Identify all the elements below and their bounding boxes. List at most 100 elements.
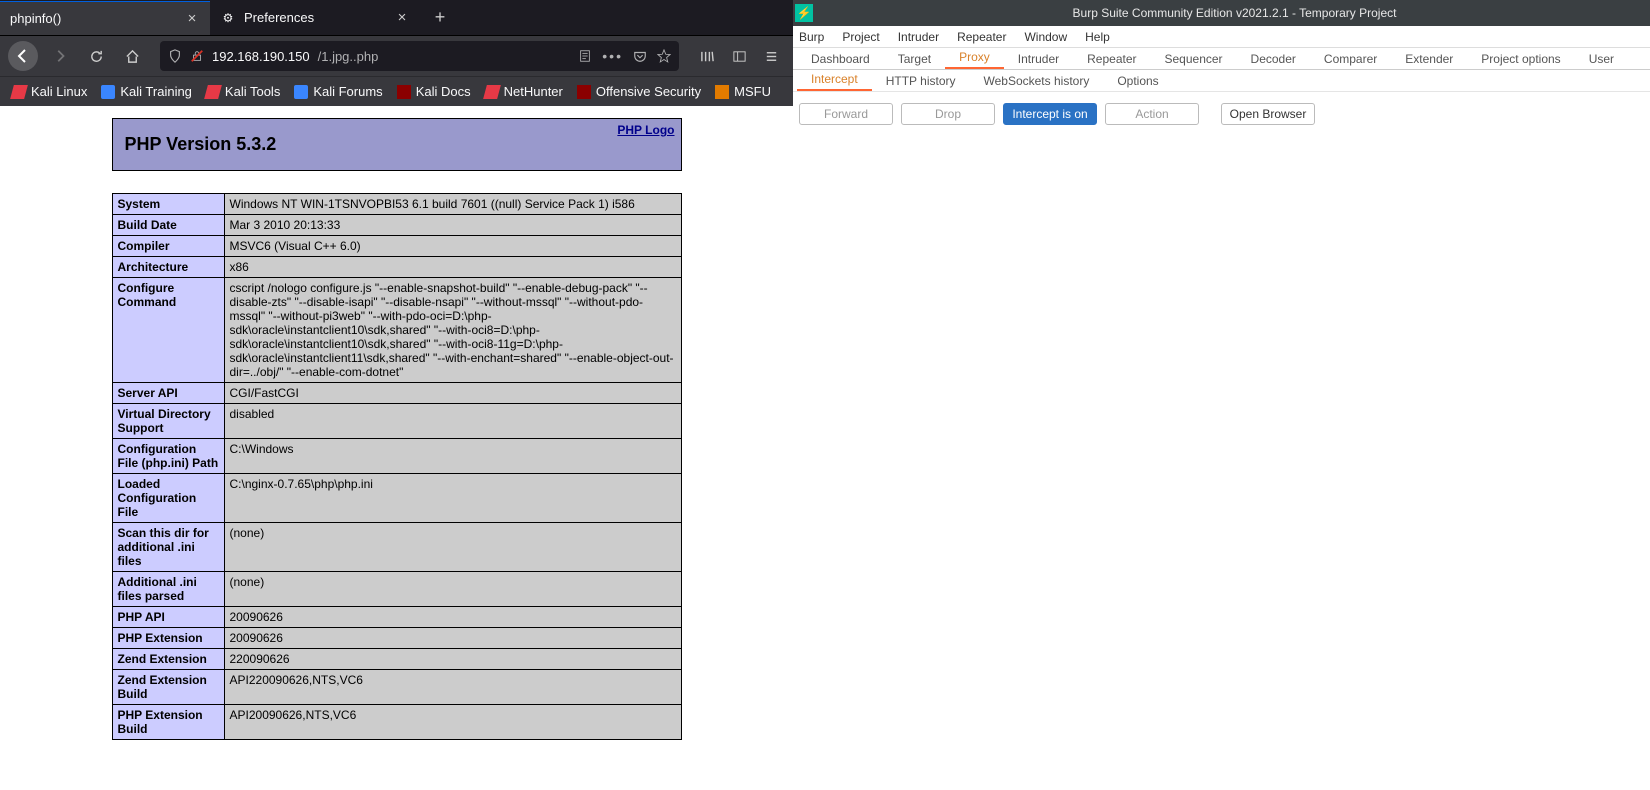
table-row: PHP API20090626: [112, 607, 681, 628]
bookmark-label: Kali Tools: [225, 84, 280, 99]
main-tab[interactable]: Repeater: [1073, 49, 1150, 69]
bookmark-item[interactable]: Kali Tools: [200, 80, 286, 103]
action-button[interactable]: Action: [1105, 103, 1199, 125]
insecure-icon[interactable]: [190, 49, 204, 63]
info-value: (none): [224, 523, 681, 572]
bookmark-item[interactable]: Kali Linux: [6, 80, 93, 103]
main-tab[interactable]: Intruder: [1004, 49, 1073, 69]
info-key: Architecture: [112, 257, 224, 278]
php-version-title: PHP Version 5.3.2: [125, 134, 277, 155]
main-tab[interactable]: Decoder: [1237, 49, 1310, 69]
info-key: Loaded Configuration File: [112, 474, 224, 523]
menu-item[interactable]: Window: [1024, 30, 1067, 44]
php-logo-link[interactable]: PHP Logo: [617, 123, 674, 137]
bookmark-label: MSFU: [734, 84, 771, 99]
url-bar[interactable]: 192.168.190.150/1.jpg..php •••: [160, 41, 679, 71]
info-key: Compiler: [112, 236, 224, 257]
main-tab[interactable]: Project options: [1467, 49, 1574, 69]
open-browser-button[interactable]: Open Browser: [1221, 103, 1315, 125]
main-tab[interactable]: Comparer: [1310, 49, 1391, 69]
info-value: 20090626: [224, 628, 681, 649]
table-row: Zend Extension BuildAPI220090626,NTS,VC6: [112, 670, 681, 705]
bookmark-bar: Kali LinuxKali Training Kali Tools Kali Fo…: [0, 76, 793, 106]
more-icon[interactable]: •••: [602, 48, 623, 64]
main-tab[interactable]: Target: [884, 49, 945, 69]
info-value: C:\Windows: [224, 439, 681, 474]
library-button[interactable]: [693, 42, 721, 70]
bookmark-icon: [101, 85, 115, 99]
tab-strip: phpinfo() × ⚙ Preferences × +: [0, 0, 793, 36]
shield-icon[interactable]: [168, 49, 182, 63]
table-row: Build DateMar 3 2010 20:13:33: [112, 215, 681, 236]
back-button[interactable]: [8, 41, 38, 71]
close-icon[interactable]: ×: [184, 10, 200, 26]
bookmark-icon: [397, 85, 411, 99]
burp-title: Burp Suite Community Edition v2021.2.1 -…: [819, 6, 1650, 20]
bookmark-item[interactable]: NetHunter: [479, 80, 569, 103]
bookmark-item[interactable]: Kali Forums: [288, 80, 388, 103]
menu-item[interactable]: Project: [842, 30, 879, 44]
bookmark-label: Kali Forums: [313, 84, 382, 99]
forward-button[interactable]: [46, 42, 74, 70]
info-key: Zend Extension: [112, 649, 224, 670]
tab-preferences[interactable]: ⚙ Preferences ×: [210, 1, 420, 35]
burp-logo-icon: ⚡: [795, 4, 813, 22]
sub-tab[interactable]: Intercept: [797, 69, 872, 91]
burp-menubar: Burp Project Intruder Repeater Window Help: [793, 26, 1650, 48]
main-tab[interactable]: Dashboard: [797, 49, 884, 69]
bookmark-item[interactable]: MSFU: [709, 80, 777, 103]
info-key: PHP Extension: [112, 628, 224, 649]
sidebar-button[interactable]: [725, 42, 753, 70]
info-key: Server API: [112, 383, 224, 404]
bookmark-label: Kali Docs: [416, 84, 471, 99]
table-row: PHP Extension20090626: [112, 628, 681, 649]
intercept-toolbar: Forward Drop Intercept is on Action Open…: [793, 92, 1650, 136]
main-tab[interactable]: Sequencer: [1151, 49, 1237, 69]
menu-item[interactable]: Burp: [799, 30, 824, 44]
info-key: PHP Extension Build: [112, 705, 224, 740]
burp-titlebar: ⚡ Burp Suite Community Edition v2021.2.1…: [793, 0, 1650, 26]
reload-button[interactable]: [82, 42, 110, 70]
info-key: Configuration File (php.ini) Path: [112, 439, 224, 474]
close-icon[interactable]: ×: [394, 10, 410, 26]
info-key: Additional .ini files parsed: [112, 572, 224, 607]
menu-item[interactable]: Intruder: [898, 30, 939, 44]
reader-icon[interactable]: [578, 49, 592, 63]
php-banner: PHP Version 5.3.2 PHP Logo: [112, 118, 682, 171]
forward-button[interactable]: Forward: [799, 103, 893, 125]
main-tab[interactable]: Proxy: [945, 47, 1004, 69]
bookmark-item[interactable]: Kali Docs: [391, 80, 477, 103]
main-tab[interactable]: Extender: [1391, 49, 1467, 69]
bookmark-icon: [10, 85, 28, 99]
info-value: (none): [224, 572, 681, 607]
sub-tab[interactable]: WebSockets history: [970, 71, 1104, 91]
table-row: SystemWindows NT WIN-1TSNVOPBI53 6.1 bui…: [112, 194, 681, 215]
bookmark-icon: [204, 85, 222, 99]
menu-button[interactable]: [757, 42, 785, 70]
intercept-toggle-button[interactable]: Intercept is on: [1003, 103, 1097, 125]
burp-sub-tabs: InterceptHTTP historyWebSockets historyO…: [793, 70, 1650, 92]
menu-item[interactable]: Repeater: [957, 30, 1006, 44]
pocket-icon[interactable]: [633, 49, 647, 63]
info-key: Scan this dir for additional .ini files: [112, 523, 224, 572]
burp-window: ⚡ Burp Suite Community Edition v2021.2.1…: [793, 0, 1650, 790]
page-content[interactable]: PHP Version 5.3.2 PHP Logo SystemWindows…: [0, 106, 793, 790]
main-tab[interactable]: User: [1575, 49, 1628, 69]
info-value: CGI/FastCGI: [224, 383, 681, 404]
drop-button[interactable]: Drop: [901, 103, 995, 125]
sub-tab[interactable]: HTTP history: [872, 71, 970, 91]
info-value: 20090626: [224, 607, 681, 628]
tab-title: phpinfo(): [10, 11, 184, 26]
bookmark-item[interactable]: Offensive Security: [571, 80, 707, 103]
sub-tab[interactable]: Options: [1103, 71, 1172, 91]
tab-phpinfo[interactable]: phpinfo() ×: [0, 1, 210, 35]
table-row: Virtual Directory Supportdisabled: [112, 404, 681, 439]
home-button[interactable]: [118, 42, 146, 70]
star-icon[interactable]: [657, 49, 671, 63]
new-tab-button[interactable]: +: [424, 2, 456, 34]
info-key: System: [112, 194, 224, 215]
menu-item[interactable]: Help: [1085, 30, 1110, 44]
bookmark-label: Offensive Security: [596, 84, 701, 99]
table-row: Architecturex86: [112, 257, 681, 278]
bookmark-item[interactable]: Kali Training: [95, 80, 198, 103]
